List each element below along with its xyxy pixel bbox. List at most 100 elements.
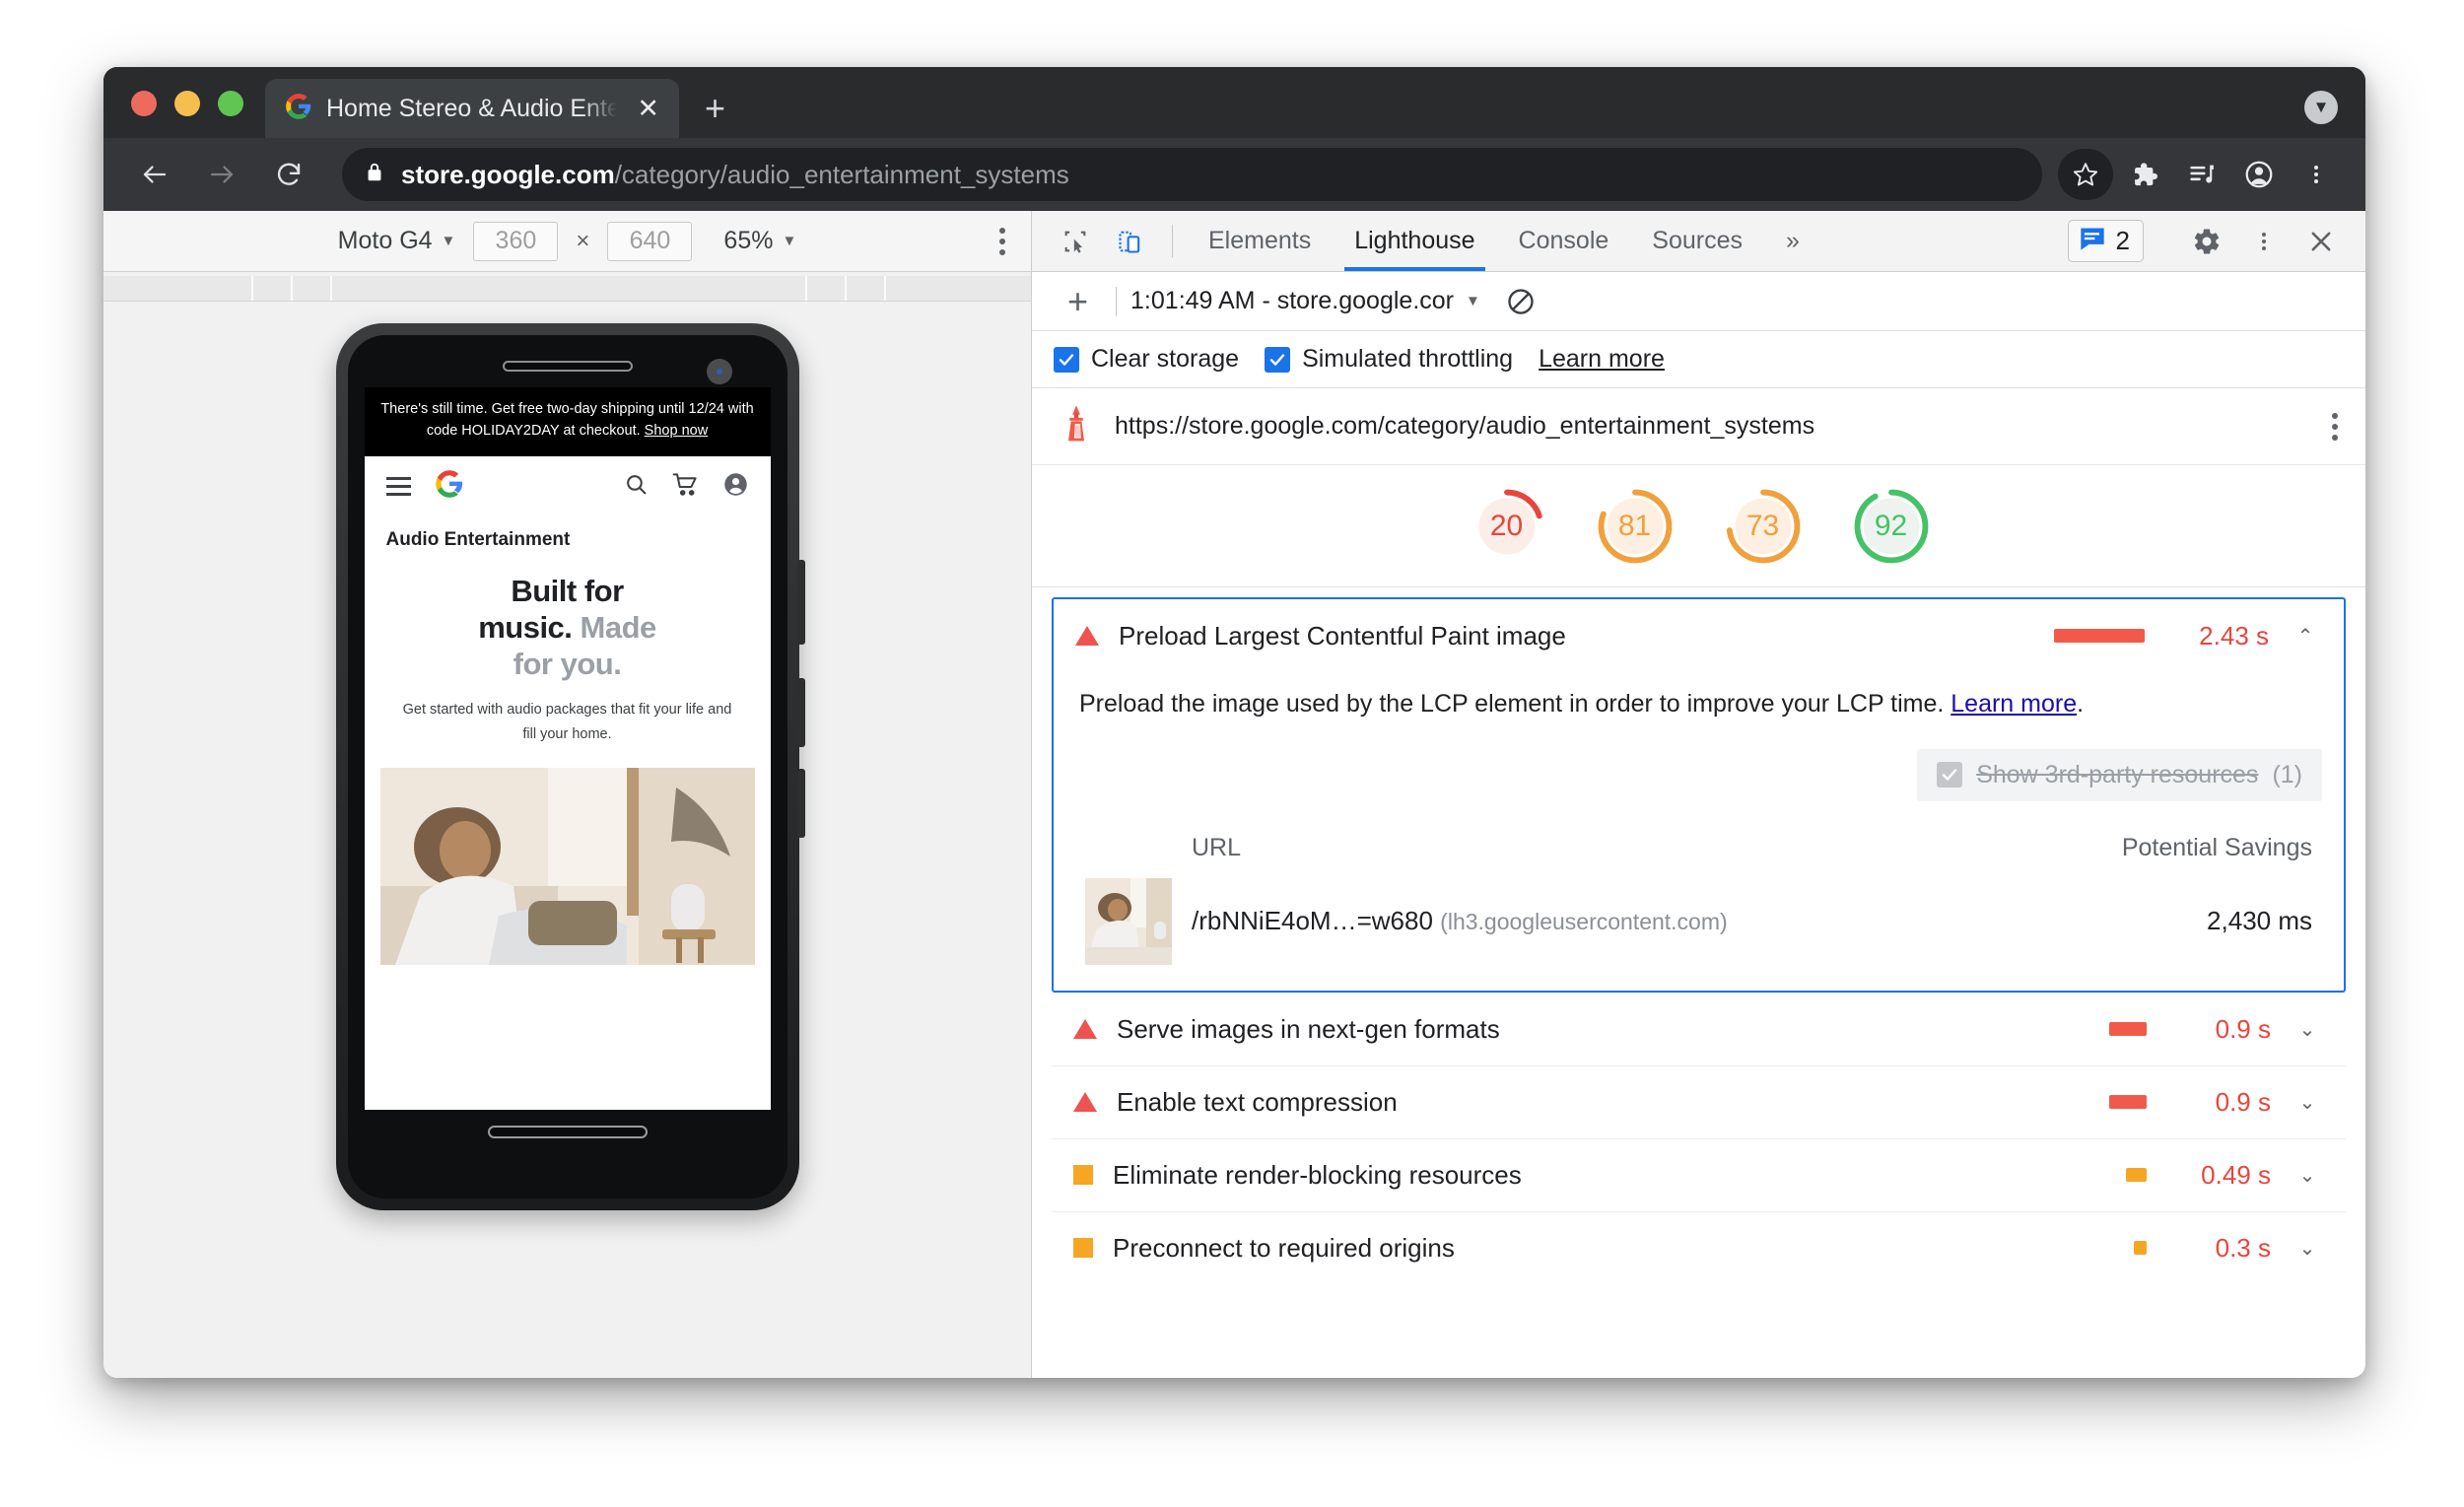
description-text: Preload the image used by the LCP elemen… [1079, 690, 1951, 718]
audit-table: URL Potential Savings /rbNNiE4oM…=w680 (… [1075, 823, 2322, 969]
zoom-selector[interactable]: 65% ▼ [723, 227, 796, 255]
audit-row[interactable]: Enable text compression 0.9 s ⌄ [1052, 1064, 2346, 1138]
back-button[interactable] [127, 147, 182, 202]
site-header-actions [624, 471, 749, 503]
viewport-height-input[interactable]: 640 [607, 221, 693, 261]
report-options-kebab-icon[interactable] [2332, 412, 2338, 441]
tab-title: Home Stereo & Audio Entertain [326, 94, 618, 122]
star-icon[interactable] [2058, 149, 2113, 200]
inspect-element-icon[interactable] [1048, 211, 1103, 271]
more-tools-kebab-icon[interactable] [2237, 215, 2291, 268]
maximize-window-button[interactable] [218, 91, 243, 116]
square-average-icon [1073, 1238, 1093, 1258]
expand-chevron-icon[interactable]: ⌄ [2291, 1236, 2324, 1261]
expand-chevron-icon[interactable]: ⌄ [2291, 1163, 2324, 1188]
gear-icon[interactable] [2180, 215, 2233, 268]
new-audit-button[interactable]: + [1054, 283, 1102, 319]
device-selector[interactable]: Moto G4 ▼ [338, 227, 456, 255]
more-tabs-button[interactable]: » [1764, 211, 1821, 271]
device-toolbar-kebab-icon[interactable] [999, 227, 1005, 255]
clear-all-icon[interactable] [1506, 287, 1536, 316]
phone-mockup: There's still time. Get free two-day shi… [335, 323, 805, 1210]
chevron-down-icon: ▼ [441, 233, 456, 249]
gauge-score: 81 [1617, 509, 1652, 542]
shopping-cart-icon[interactable] [672, 471, 699, 503]
address-bar-path: /category/audio_entertainment_systems [614, 159, 1069, 189]
profile-avatar-icon[interactable] [2233, 149, 2285, 200]
tab-sources[interactable]: Sources [1630, 211, 1764, 271]
collapse-chevron-icon[interactable]: ⌃ [2289, 624, 2322, 649]
browser-tab[interactable]: Home Stereo & Audio Entertain ✕ [265, 79, 679, 138]
checkbox-checked-icon[interactable] [1265, 346, 1291, 373]
forward-button[interactable] [194, 147, 249, 202]
audit-value: 0.49 s [2201, 1159, 2271, 1190]
resource-url: /rbNNiE4oM…=w680 (lh3.googleusercontent.… [1172, 906, 2056, 936]
chevron-down-icon: ▼ [1466, 293, 1480, 309]
chevron-down-icon[interactable]: ▼ [2304, 91, 2338, 124]
viewport-ruler [103, 276, 1031, 302]
audit-value: 0.9 s [2215, 1013, 2271, 1044]
window-traffic-lights [103, 91, 265, 138]
checkbox-checked-icon[interactable] [1054, 346, 1079, 373]
triangle-warning-icon [1075, 626, 1099, 646]
device-viewport: There's still time. Get free two-day shi… [103, 302, 1031, 1378]
gauge-seo[interactable]: 92 [1850, 485, 1933, 568]
media-playlist-icon[interactable] [2176, 149, 2227, 200]
tab-label: Sources [1652, 227, 1743, 254]
lcp-image-thumbnail [1085, 877, 1172, 965]
tab-elements[interactable]: Elements [1187, 211, 1333, 271]
expand-chevron-icon[interactable]: ⌄ [2291, 1090, 2324, 1115]
address-bar-url: store.google.com/category/audio_entertai… [401, 160, 1069, 190]
extensions-puzzle-icon[interactable] [2119, 149, 2170, 200]
minimize-window-button[interactable] [174, 91, 200, 116]
learn-more-link[interactable]: Learn more [1539, 345, 1665, 374]
device-toolbar-icon[interactable] [1103, 211, 1158, 271]
table-header: URL Potential Savings [1075, 823, 2322, 874]
tab-console[interactable]: Console [1497, 211, 1631, 271]
audit-header-row[interactable]: Preload Largest Contentful Paint image 2… [1054, 599, 2344, 672]
audit-learn-more-link[interactable]: Learn more [1951, 690, 2077, 718]
search-icon[interactable] [624, 472, 649, 502]
simulated-throttling-option[interactable]: Simulated throttling [1265, 345, 1513, 374]
close-icon[interactable] [2294, 215, 2348, 268]
chrome-menu-kebab-icon[interactable] [2291, 149, 2342, 200]
reload-button[interactable] [261, 147, 316, 202]
audit-row[interactable]: Serve images in next-gen formats 0.9 s ⌄ [1052, 992, 2346, 1065]
phone-power-button [796, 560, 805, 645]
tab-label: Console [1518, 227, 1609, 254]
issues-button[interactable]: 2 [2067, 220, 2144, 262]
expand-chevron-icon[interactable]: ⌄ [2291, 1017, 2324, 1042]
gauge-score: 20 [1489, 509, 1524, 542]
hamburger-menu-icon[interactable] [385, 477, 411, 496]
promo-shop-now-link[interactable]: Shop now [645, 423, 709, 439]
audit-detail: Preload the image used by the LCP elemen… [1054, 672, 2344, 991]
toolbar-actions [2058, 149, 2342, 200]
more-tabs-label: » [1786, 227, 1800, 254]
audit-row[interactable]: Preconnect to required origins 0.3 s ⌄ [1052, 1210, 2346, 1284]
audit-description: Preload the image used by the LCP elemen… [1075, 676, 2322, 723]
new-tab-button[interactable]: + [705, 91, 725, 126]
address-bar[interactable]: store.google.com/category/audio_entertai… [342, 148, 2042, 201]
devtools-tab-bar: Elements Lighthouse Console Sources » 2 [1032, 211, 2365, 272]
report-url-bar: https://store.google.com/category/audio_… [1032, 388, 2365, 465]
close-window-button[interactable] [131, 91, 157, 116]
issues-count: 2 [2115, 226, 2130, 255]
triangle-warning-icon [1073, 1019, 1097, 1039]
gauge-accessibility[interactable]: 81 [1594, 485, 1677, 568]
run-selector[interactable]: 1:01:49 AM - store.google.cor ▼ [1130, 287, 1480, 315]
viewport-width-input[interactable]: 360 [473, 221, 559, 261]
tab-lighthouse[interactable]: Lighthouse [1333, 211, 1496, 271]
checkbox-checked-disabled-icon [1937, 762, 1963, 788]
clear-storage-label: Clear storage [1091, 345, 1240, 373]
gauge-performance[interactable]: 20 [1466, 485, 1548, 568]
report-url: https://store.google.com/category/audio_… [1115, 412, 1815, 440]
clear-storage-option[interactable]: Clear storage [1054, 345, 1239, 374]
site-header [364, 455, 771, 517]
devtools-panel: Elements Lighthouse Console Sources » 2 [1032, 211, 2365, 1378]
close-tab-button[interactable]: ✕ [631, 92, 665, 126]
gauge-best-practices[interactable]: 73 [1722, 485, 1805, 568]
screen-background: Home Stereo & Audio Entertain ✕ + ▼ stor… [0, 0, 2464, 1507]
account-circle-icon[interactable] [722, 471, 749, 503]
audit-row[interactable]: Eliminate render-blocking resources 0.49… [1052, 1137, 2346, 1211]
browser-toolbar: store.google.com/category/audio_entertai… [103, 138, 2365, 211]
